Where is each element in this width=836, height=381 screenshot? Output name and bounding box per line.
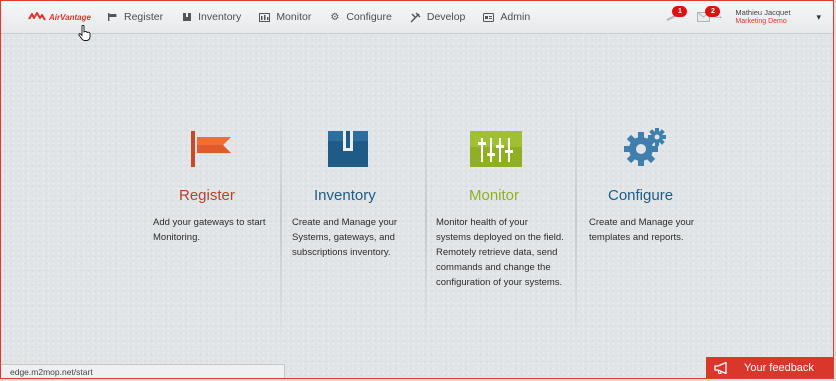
nav-monitor[interactable]: Monitor bbox=[250, 1, 320, 33]
tile-inventory-title: Inventory bbox=[314, 187, 376, 204]
flag-icon bbox=[191, 131, 231, 167]
tile-register-description: Add your gateways to start Monitoring. bbox=[153, 217, 266, 243]
nav-develop-label: Develop bbox=[426, 11, 466, 23]
airvantage-logo-icon bbox=[28, 12, 46, 21]
nav-inventory[interactable]: Inventory bbox=[172, 1, 250, 33]
header-right: 1 2 ⇀ Mathieu Jacquet Marketing Demo ▾ bbox=[659, 1, 833, 33]
messages-button[interactable]: 2 ⇀ bbox=[695, 6, 723, 27]
nav-inventory-label: Inventory bbox=[198, 11, 242, 23]
chevron-down-icon[interactable]: ▾ bbox=[816, 12, 821, 23]
feedback-button[interactable]: Your feedback bbox=[706, 357, 833, 378]
tile-inventory[interactable]: Inventory Create and Manage your Systems… bbox=[280, 97, 426, 345]
monitor-sliders-icon bbox=[470, 131, 522, 167]
user-company: Marketing Demo bbox=[735, 18, 787, 25]
tile-configure[interactable]: Configure Create and Manage your templat… bbox=[575, 97, 721, 345]
top-navigation-bar: AirVantage Register Inventory Monitor ⚙ … bbox=[1, 1, 833, 34]
tile-register[interactable]: Register Add your gateways to start Moni… bbox=[141, 97, 281, 345]
user-menu[interactable]: Mathieu Jacquet Marketing Demo bbox=[735, 8, 790, 26]
tile-monitor-description: Monitor health of your systems deployed … bbox=[436, 217, 564, 288]
feedback-label: Your feedback bbox=[744, 361, 814, 374]
tile-register-title: Register bbox=[179, 187, 235, 204]
alerts-count-badge: 1 bbox=[672, 6, 688, 17]
tile-configure-description: Create and Manage your templates and rep… bbox=[589, 217, 695, 243]
megaphone-icon bbox=[714, 361, 730, 374]
hand-cursor-icon bbox=[78, 25, 91, 41]
nav-configure-label: Configure bbox=[346, 11, 392, 23]
register-icon bbox=[107, 12, 118, 23]
monitor-icon bbox=[259, 12, 271, 23]
nav-admin[interactable]: Admin bbox=[474, 1, 539, 33]
nav-develop[interactable]: Develop bbox=[401, 1, 475, 33]
tile-configure-title: Configure bbox=[608, 187, 674, 204]
alerts-button[interactable]: 1 bbox=[659, 6, 688, 27]
nav-register-label: Register bbox=[124, 11, 164, 23]
admin-icon bbox=[483, 12, 495, 23]
messages-count-badge: 2 bbox=[705, 6, 721, 17]
gear-icon: ⚙ bbox=[330, 11, 340, 23]
tile-monitor[interactable]: Monitor Monitor health of your systems d… bbox=[425, 97, 571, 345]
user-name: Mathieu Jacquet bbox=[735, 8, 791, 17]
tile-inventory-description: Create and Manage your Systems, gateways… bbox=[292, 217, 398, 258]
brand-name: AirVantage bbox=[49, 12, 91, 22]
inventory-icon bbox=[181, 12, 192, 23]
develop-icon bbox=[410, 12, 421, 23]
app-window: AirVantage Register Inventory Monitor ⚙ … bbox=[0, 0, 834, 379]
inventory-box-icon bbox=[328, 131, 368, 167]
quick-start-tiles: Register Add your gateways to start Moni… bbox=[141, 97, 721, 345]
tile-monitor-title: Monitor bbox=[469, 187, 520, 204]
nav-register[interactable]: Register bbox=[98, 1, 172, 33]
nav-admin-label: Admin bbox=[500, 11, 531, 23]
nav-monitor-label: Monitor bbox=[276, 11, 312, 23]
browser-status-url: edge.m2mop.net/start bbox=[1, 364, 285, 378]
nav-configure[interactable]: ⚙ Configure bbox=[320, 1, 401, 33]
brand-logo[interactable]: AirVantage bbox=[28, 12, 98, 22]
gears-icon bbox=[624, 128, 666, 166]
